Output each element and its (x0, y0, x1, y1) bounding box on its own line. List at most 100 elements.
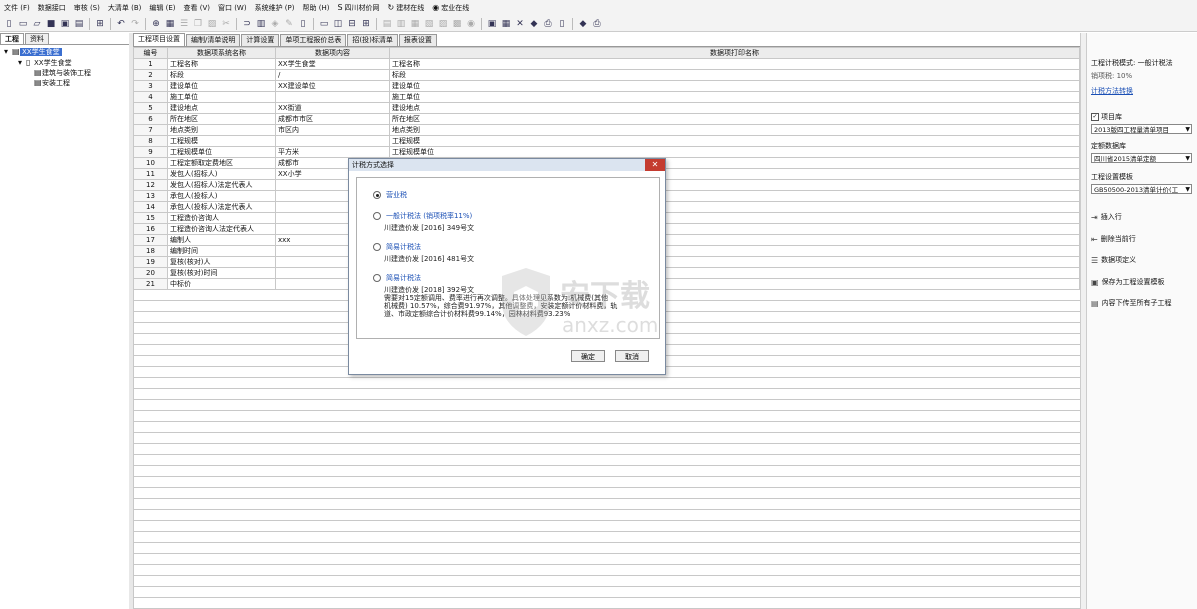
content-cell[interactable]: XX建设单位 (275, 80, 390, 92)
option-simple-tax-2018[interactable]: 简易计税法 (373, 273, 421, 283)
filter-icon[interactable]: ◈ (269, 18, 281, 30)
redo-icon[interactable]: ↷ (129, 18, 141, 30)
excel-icon[interactable]: ✕ (514, 18, 526, 30)
insert-icon[interactable]: ⊕ (150, 18, 162, 30)
option-simple-tax-2016[interactable]: 简易计税法 (373, 242, 421, 252)
table-row[interactable]: 7 地点类别 市区内 地点类别 (133, 124, 1080, 136)
col-header-name[interactable]: 数据项系统名称 (167, 47, 276, 59)
name-cell[interactable]: 工程名称 (167, 58, 276, 70)
name-cell[interactable]: 承包人(投标人)法定代表人 (167, 201, 276, 213)
view-tile-icon[interactable]: ⊟ (346, 18, 358, 30)
radio-icon[interactable] (373, 212, 381, 220)
close-icon[interactable]: ✕ (645, 159, 665, 171)
project-library-check[interactable]: ✓ 项目库 (1091, 112, 1122, 122)
menu-item-2[interactable]: 审核 (S) (70, 0, 104, 16)
content-cell[interactable]: 成都市市区 (275, 113, 390, 125)
radio-icon[interactable] (373, 191, 381, 199)
layout-d-icon[interactable]: ▧ (423, 18, 435, 30)
collapse-icon[interactable]: ▾ (18, 58, 26, 68)
print-name-cell[interactable]: 工程名称 (389, 58, 1080, 70)
view-grid-icon[interactable]: ⊞ (360, 18, 372, 30)
content-cell[interactable]: 平方米 (275, 146, 390, 158)
name-cell[interactable]: 工程定额取定费地区 (167, 157, 276, 169)
rows-icon[interactable]: ☰ (178, 18, 190, 30)
tree-node-root[interactable]: ▾ ▤ XX学生食堂 (4, 47, 62, 57)
print-icon[interactable]: ⎙ (542, 18, 554, 30)
cancel-button[interactable]: 取消 (615, 350, 649, 362)
name-cell[interactable]: 编制人 (167, 234, 276, 246)
name-cell[interactable]: 工程规模 (167, 135, 276, 147)
open-folder-icon[interactable]: ▭ (17, 18, 29, 30)
tree-node-unit[interactable]: ▾ ▯ XX学生食堂 (18, 58, 72, 68)
layout-f-icon[interactable]: ▩ (451, 18, 463, 30)
table-icon[interactable]: ▦ (500, 18, 512, 30)
menu-item-10[interactable]: ↻ 建材在线 (384, 0, 429, 16)
menu-item-8[interactable]: 帮助 (H) (299, 0, 334, 16)
col-header-print[interactable]: 数据项打印名称 (389, 47, 1080, 59)
insert-row-action[interactable]: ⇥ 插入行 (1091, 212, 1122, 222)
data-define-action[interactable]: ☰ 数据项定义 (1091, 255, 1136, 265)
name-cell[interactable]: 标段 (167, 69, 276, 81)
document-icon[interactable]: ▯ (297, 18, 309, 30)
content-cell[interactable] (275, 135, 390, 147)
print-name-cell[interactable]: 标段 (389, 69, 1080, 81)
content-cell[interactable]: XX街道 (275, 102, 390, 114)
push-down-action[interactable]: ▤ 内容下传至所有子工程 (1091, 298, 1172, 308)
table-row[interactable]: 1 工程名称 XX学生食堂 工程名称 (133, 58, 1080, 70)
view-single-icon[interactable]: ▭ (318, 18, 330, 30)
tax-method-switch-link[interactable]: 计税方法转换 (1091, 86, 1133, 96)
menu-item-6[interactable]: 窗口 (W) (214, 0, 251, 16)
menu-item-11[interactable]: ◉ 宏业在线 (428, 0, 473, 16)
table-row[interactable]: 2 标段 / 标段 (133, 69, 1080, 81)
option-business-tax[interactable]: 营业税 (373, 190, 407, 200)
table-row[interactable]: 3 建设单位 XX建设单位 建设单位 (133, 80, 1080, 92)
template-select[interactable]: GB50500-2013清单计价(工 ▼ (1091, 184, 1192, 194)
menu-item-0[interactable]: 文件 (F) (0, 0, 34, 16)
table-row[interactable]: 6 所在地区 成都市市区 所在地区 (133, 113, 1080, 125)
format-icon[interactable]: ▥ (255, 18, 267, 30)
new-file-icon[interactable]: ▯ (3, 18, 15, 30)
tab-0[interactable]: 工程项目设置 (133, 33, 185, 46)
print-name-cell[interactable]: 地点类别 (389, 124, 1080, 136)
layout-b-icon[interactable]: ▥ (395, 18, 407, 30)
name-cell[interactable]: 建设地点 (167, 102, 276, 114)
table-row[interactable]: 8 工程规模 工程规模 (133, 135, 1080, 147)
tab-4[interactable]: 招(投)标清单 (347, 34, 398, 46)
book-icon[interactable]: ◆ (577, 18, 589, 30)
table-row[interactable]: 5 建设地点 XX街道 建设地点 (133, 102, 1080, 114)
export-icon[interactable]: ▤ (73, 18, 85, 30)
view-split-icon[interactable]: ◫ (332, 18, 344, 30)
link-icon[interactable]: ⊃ (241, 18, 253, 30)
tab-2[interactable]: 计算设置 (241, 34, 280, 46)
brush-icon[interactable]: ✎ (283, 18, 295, 30)
save-template-action[interactable]: ▣ 保存为工程设置模板 (1091, 277, 1165, 287)
tab-5[interactable]: 报表设置 (398, 34, 437, 46)
menu-item-5[interactable]: 查看 (V) (179, 0, 213, 16)
name-cell[interactable]: 承包人(投标人) (167, 190, 276, 202)
tab-project[interactable]: 工程 (0, 33, 24, 44)
print-name-cell[interactable]: 工程规模单位 (389, 146, 1080, 158)
radio-icon[interactable] (373, 243, 381, 251)
menu-item-1[interactable]: 数据接口 (34, 0, 70, 16)
name-cell[interactable]: 发包人(招标人)法定代表人 (167, 179, 276, 191)
tree-node-install[interactable]: ▤安装工程 (34, 78, 70, 88)
menu-item-9[interactable]: S 四川材价网 (333, 0, 383, 16)
name-cell[interactable]: 建设单位 (167, 80, 276, 92)
table-row[interactable]: 4 施工单位 施工单位 (133, 91, 1080, 103)
project-library-select[interactable]: 2013版四工程量清单项目 ▼ (1091, 124, 1192, 134)
menu-item-7[interactable]: 系统维护 (P) (251, 0, 299, 16)
radio-icon[interactable] (373, 274, 381, 282)
layout-a-icon[interactable]: ▤ (381, 18, 393, 30)
name-cell[interactable]: 复核(核对)时间 (167, 267, 276, 279)
save-icon[interactable]: ■ (45, 18, 57, 30)
copy-icon[interactable]: ❐ (192, 18, 204, 30)
dropdown-arrow-icon[interactable]: ▼ (1185, 185, 1190, 193)
eye-icon[interactable]: ◉ (465, 18, 477, 30)
name-cell[interactable]: 工程造价咨询人 (167, 212, 276, 224)
col-header-no[interactable]: 编号 (133, 47, 168, 59)
name-cell[interactable]: 地点类别 (167, 124, 276, 136)
ok-button[interactable]: 确定 (571, 350, 605, 362)
printer-icon[interactable]: ⎙ (591, 18, 603, 30)
name-cell[interactable]: 复核(核对)人 (167, 256, 276, 268)
menu-item-4[interactable]: 编辑 (E) (145, 0, 179, 16)
